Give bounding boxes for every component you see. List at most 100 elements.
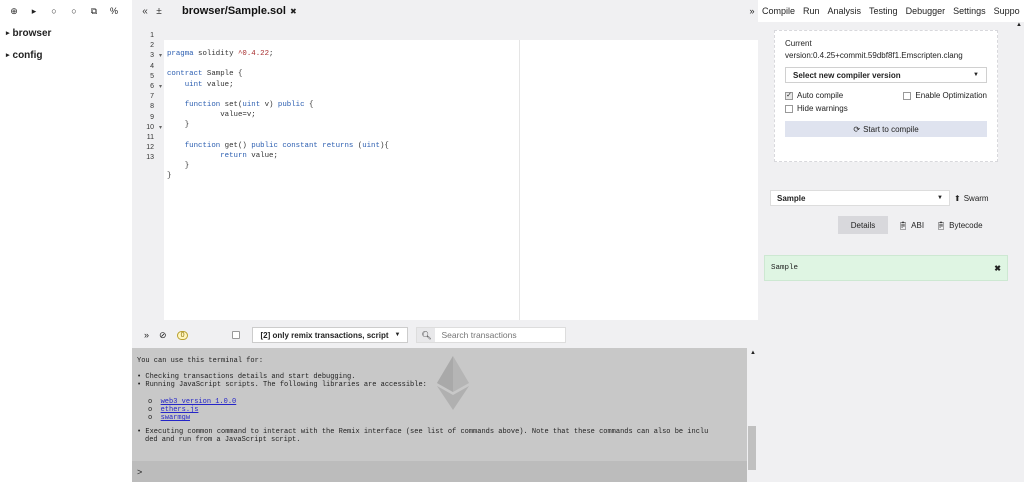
pending-transactions-badge: 0: [176, 330, 189, 340]
tab-analysis[interactable]: Analysis: [824, 6, 866, 16]
web3-link[interactable]: web3 version 1.0.0: [161, 398, 237, 406]
contract-name: Sample: [777, 193, 806, 203]
code-line: }: [167, 172, 172, 181]
compiler-container: Current version:0.4.25+commit.59dbf8f1.E…: [774, 30, 998, 162]
close-tab-icon[interactable]: ✖: [290, 7, 297, 16]
enable-optimization-option[interactable]: Enable Optimization: [903, 91, 987, 100]
code-area[interactable]: pragma solidity ^0.4.22; contract Sample …: [164, 40, 519, 320]
copy-bytecode-button[interactable]: 📋︎ Bytecode: [936, 216, 983, 234]
github-icon[interactable]: ○: [44, 2, 64, 20]
search-icon[interactable]: 🔍︎: [417, 328, 436, 342]
lib-link-ethers: o ethers.js: [148, 406, 199, 414]
line-number: 6: [150, 83, 154, 90]
code-line: contract Sample {: [167, 70, 243, 79]
file-explorer-panel: ⊕ ▸ ○ ○ ⧉% ▸ browser ▸ config: [0, 0, 132, 482]
compile-tab-body: Current version:0.4.25+commit.59dbf8f1.E…: [758, 22, 1016, 482]
tree-folder-browser[interactable]: ▸ browser: [0, 22, 132, 44]
collapse-right-panel-button[interactable]: »: [746, 6, 758, 16]
line-number: 1: [150, 32, 154, 39]
line-number: 12: [146, 144, 154, 152]
right-panel-scrollbar[interactable]: ▲: [1016, 22, 1024, 482]
hide-warnings-checkbox[interactable]: [785, 104, 793, 113]
code-line: uint value;: [184, 80, 234, 89]
terminal-output[interactable]: You can use this terminal for: • Checkin…: [132, 348, 747, 461]
tab-debugger[interactable]: Debugger: [902, 6, 950, 16]
hide-warnings-label: Hide warnings: [797, 104, 848, 113]
publish-swarm-button[interactable]: ⬆ Swarm: [954, 190, 989, 206]
auto-compile-checkbox[interactable]: ✓: [785, 91, 793, 100]
details-button[interactable]: Details: [838, 216, 888, 234]
tab-compile[interactable]: Compile: [758, 6, 799, 16]
tab-testing[interactable]: Testing: [865, 6, 902, 16]
swarm-label: Swarm: [963, 193, 989, 203]
line-number: 3: [150, 52, 154, 60]
line-number: 9: [150, 113, 154, 121]
auto-compile-option[interactable]: ✓ Auto compile: [785, 91, 843, 100]
caret-right-icon: ▸: [6, 30, 10, 37]
terminal-bullet-commands-cont: ded and run from a JavaScript script.: [145, 436, 301, 444]
ethereum-logo-watermark: [437, 356, 469, 410]
terminal-scrollbar[interactable]: ▲: [747, 348, 758, 482]
refresh-icon: ⟳: [853, 124, 861, 134]
link-icon[interactable]: %: [104, 2, 124, 20]
tab-settings[interactable]: Settings: [949, 6, 990, 16]
code-line: function get() public constant returns (…: [184, 141, 389, 150]
terminal-bullet-debug: • Checking transactions details and star…: [137, 373, 356, 381]
code-line: }: [167, 121, 190, 130]
tree-folder-label: config: [12, 49, 43, 61]
collapse-left-panel-button[interactable]: «: [138, 6, 152, 17]
listen-network-checkbox[interactable]: [232, 331, 241, 339]
close-icon[interactable]: ✖: [994, 264, 1001, 273]
bytecode-label: Bytecode: [949, 220, 983, 230]
increase-font-button[interactable]: ±: [152, 6, 166, 17]
start-compile-label: Start to compile: [863, 124, 919, 134]
line-number: 8: [150, 103, 154, 111]
line-number: 5: [150, 72, 154, 80]
right-panel: » Compile Run Analysis Testing Debugger Setti…: [749, 0, 1024, 482]
editor-tab-bar: « ± browser/Sample.sol ✖: [132, 0, 758, 22]
caret-right-icon: ▸: [6, 52, 10, 59]
plus-circle-icon[interactable]: ⊕: [4, 2, 24, 20]
tab-run[interactable]: Run: [799, 6, 824, 16]
collapse-terminal-icon[interactable]: »: [144, 330, 149, 340]
tab-suppo[interactable]: Suppo: [990, 6, 1024, 16]
terminal-bullet-commands: • Executing common command to interact w…: [137, 428, 709, 436]
code-line: }: [167, 162, 190, 171]
code-line: pragma solidity ^0.4.22;: [167, 50, 274, 58]
line-number: 13: [146, 154, 154, 162]
transaction-filter-dropdown[interactable]: [2] only remix transactions, script ▼: [252, 327, 409, 343]
chevron-down-icon: ▼: [973, 72, 979, 78]
search-transactions-input[interactable]: [435, 330, 564, 340]
file-tree: ▸ browser ▸ config: [0, 22, 132, 66]
scroll-up-icon[interactable]: ▲: [1016, 22, 1022, 28]
tab-sample-sol[interactable]: browser/Sample.sol ✖: [176, 0, 303, 22]
ethers-link[interactable]: ethers.js: [161, 406, 199, 414]
terminal-scroll-thumb[interactable]: [748, 426, 756, 470]
copy-icon[interactable]: ⧉: [84, 2, 104, 20]
result-contract-name: Sample: [771, 264, 799, 272]
fold-icon[interactable]: ▾: [159, 124, 162, 132]
tab-title: browser/Sample.sol: [182, 5, 286, 17]
compile-options-row-1: ✓ Auto compile Enable Optimization: [785, 91, 987, 100]
enable-optimization-checkbox[interactable]: [903, 91, 912, 100]
lib-link-swarmgw: o swarmgw: [148, 414, 191, 422]
tree-folder-config[interactable]: ▸ config: [0, 44, 132, 66]
terminal-command-input[interactable]: >: [132, 461, 747, 482]
swarmgw-link[interactable]: swarmgw: [161, 414, 190, 422]
copy-abi-button[interactable]: 📋︎ ABI: [898, 216, 924, 234]
hide-warnings-option[interactable]: Hide warnings: [785, 104, 848, 113]
start-compile-button[interactable]: ⟳ Start to compile: [785, 121, 987, 137]
editor-panel: « ± browser/Sample.sol ✖ 1 2 3 ▾ 4 5 6 ▾ 7 8 9 10 ▾ 1…: [132, 0, 758, 482]
scroll-up-icon[interactable]: ▲: [750, 350, 756, 356]
github-publish-icon[interactable]: ○: [64, 2, 84, 20]
folder-open-icon[interactable]: ▸: [24, 2, 44, 20]
file-explorer-toolbar: ⊕ ▸ ○ ○ ⧉%: [0, 0, 132, 22]
code-editor[interactable]: 1 2 3 ▾ 4 5 6 ▾ 7 8 9 10 ▾ 11 12 13 pragma solidity ^0.…: [132, 22, 758, 320]
contract-select[interactable]: Sample ▼: [770, 190, 950, 206]
compiler-version-select[interactable]: Select new compiler version ▼: [785, 67, 987, 83]
clear-console-icon[interactable]: ⊘: [159, 330, 167, 341]
fold-icon[interactable]: ▾: [159, 52, 162, 60]
fold-icon[interactable]: ▾: [159, 83, 162, 91]
enable-optimization-label: Enable Optimization: [915, 91, 987, 100]
compile-options-row-2: Hide warnings: [785, 104, 987, 113]
